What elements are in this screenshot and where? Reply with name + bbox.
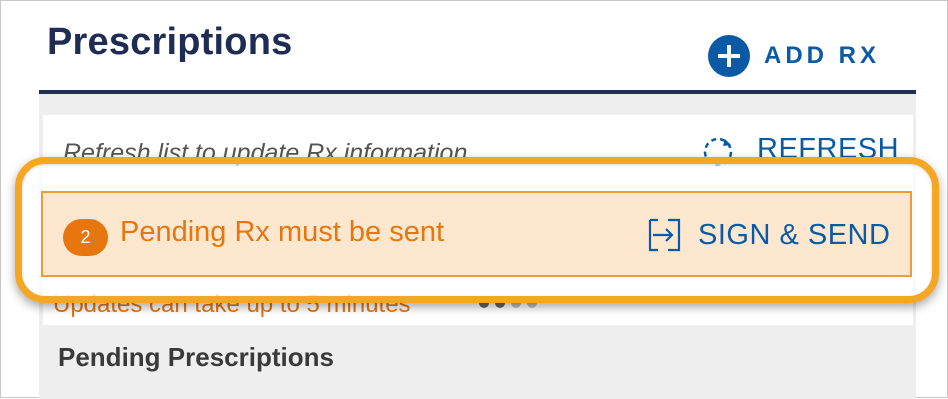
sign-and-send-button[interactable]: SIGN & SEND (646, 215, 890, 255)
page-title: Prescriptions (47, 21, 293, 63)
add-rx-label: ADD RX (764, 42, 881, 69)
sign-send-icon (648, 218, 681, 252)
pending-count-badge: 2 (63, 219, 108, 256)
pending-rx-message: Pending Rx must be sent (120, 216, 445, 248)
sign-send-label: SIGN & SEND (698, 218, 891, 251)
window-frame: Prescriptions ADD RX Refresh list to upd… (0, 0, 948, 399)
add-rx-button[interactable]: ADD RX (708, 35, 880, 77)
pending-prescriptions-heading: Pending Prescriptions (58, 342, 334, 372)
plus-circle-icon (708, 35, 750, 77)
